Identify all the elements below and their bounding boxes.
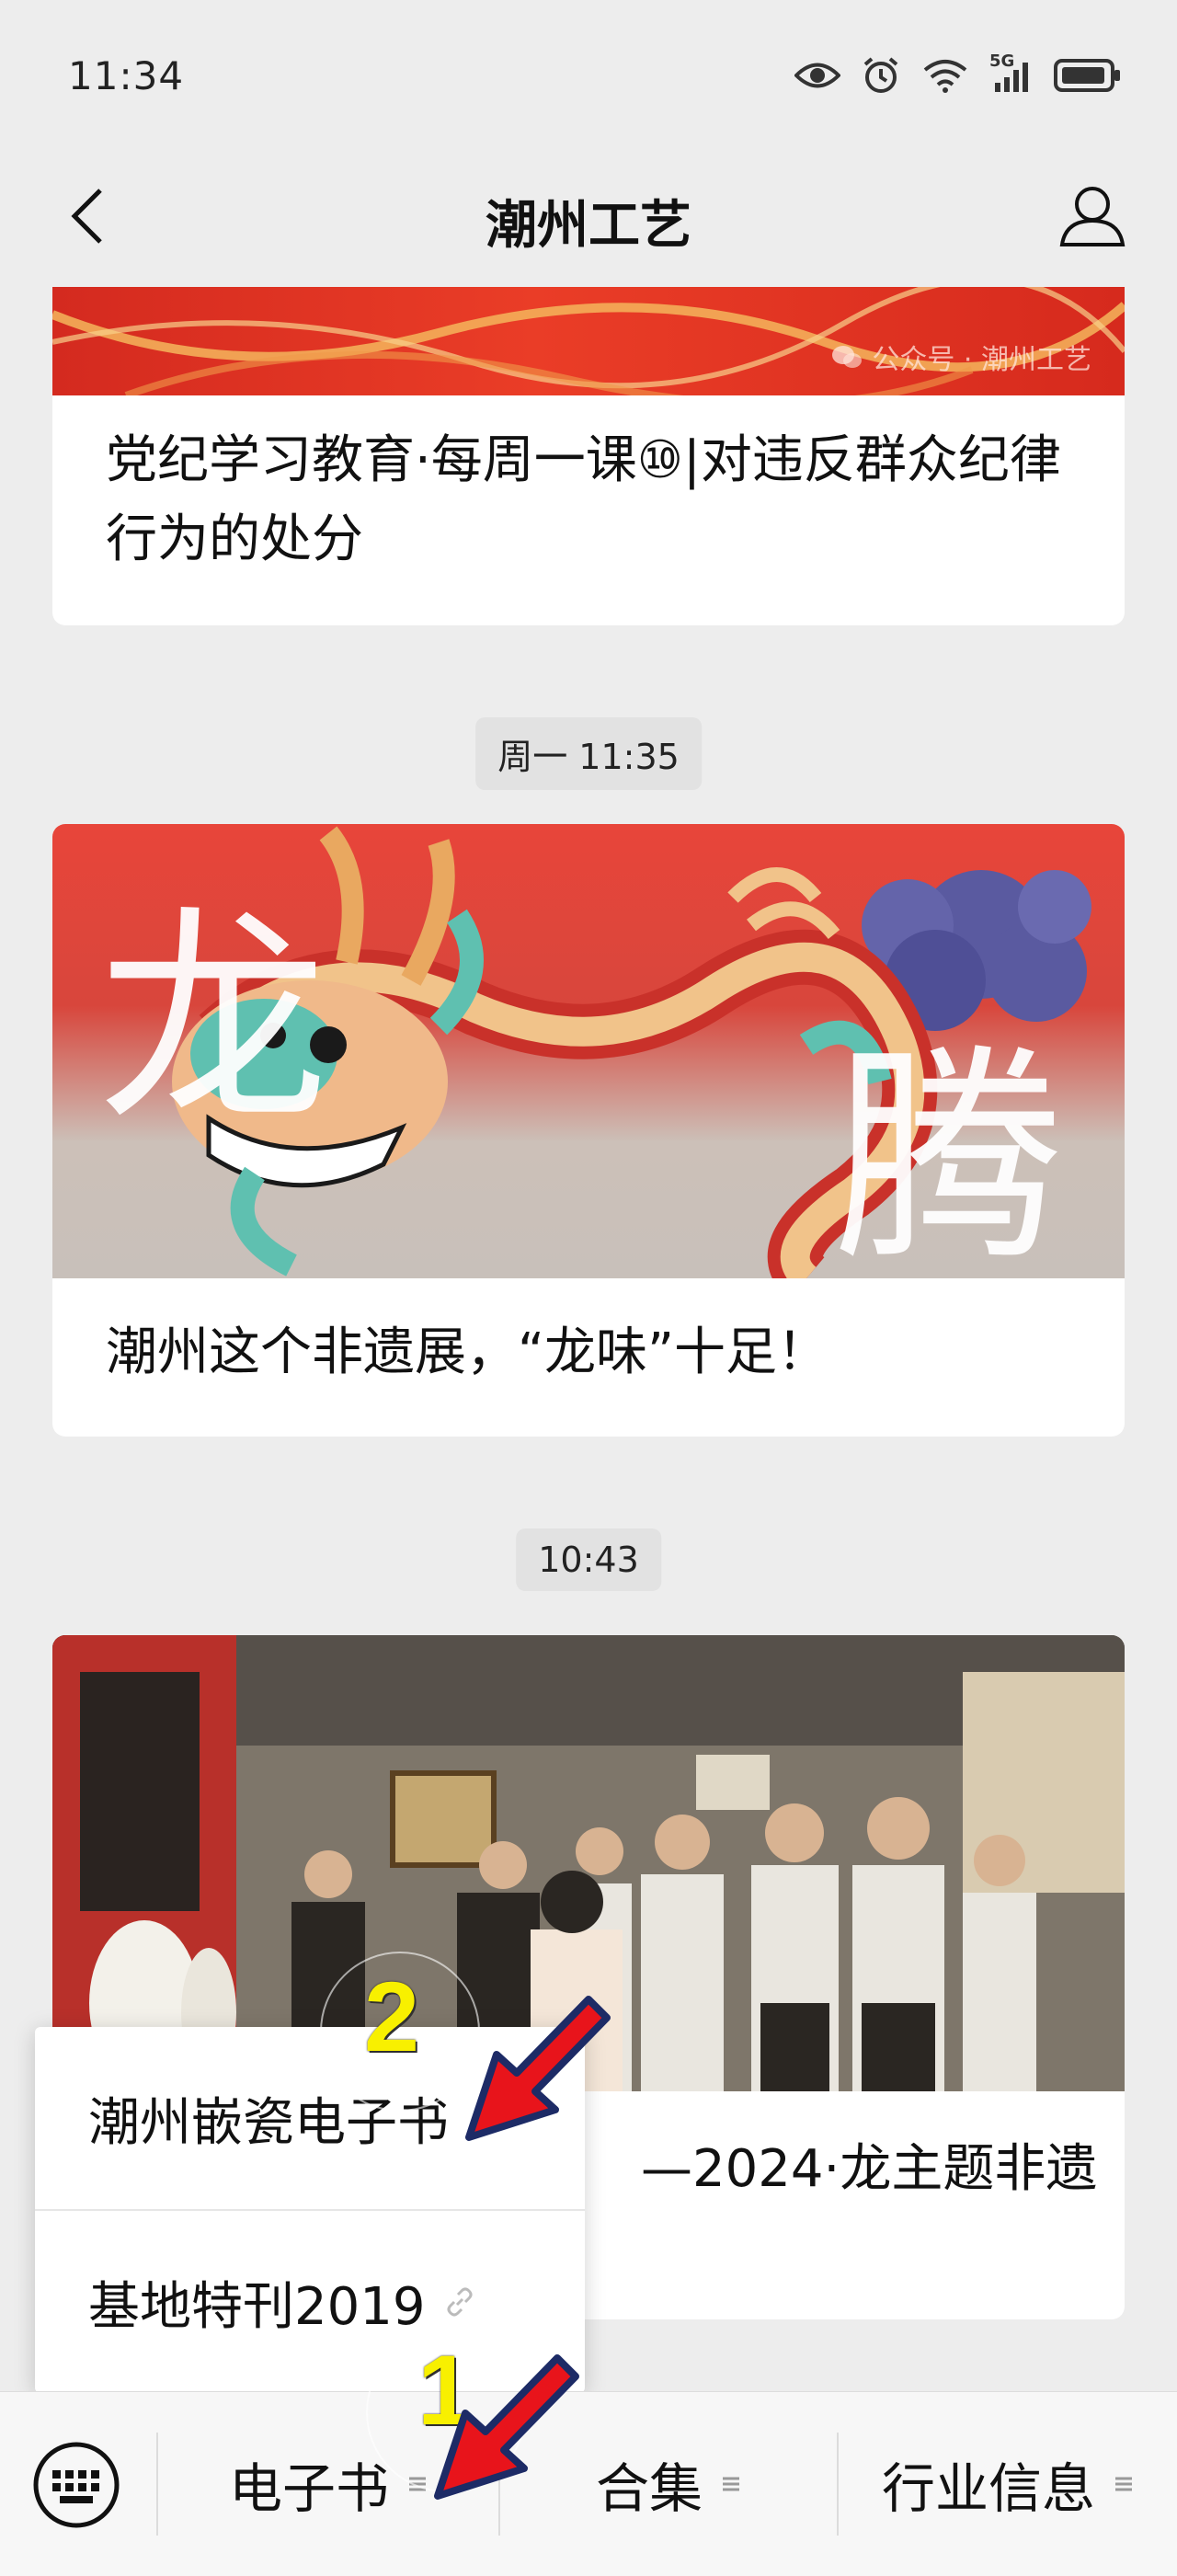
status-icons: 5G xyxy=(794,52,1122,96)
person-icon xyxy=(1059,187,1126,246)
menu-item-label: 基地特刊2019 xyxy=(88,2276,426,2337)
link-icon xyxy=(444,2286,475,2318)
status-time: 11:34 xyxy=(68,53,185,98)
article-title: 潮州这个非遗展，“龙味”十足！ xyxy=(106,1322,829,1382)
eye-icon xyxy=(794,60,840,91)
cover-text-teng: 腾 xyxy=(834,1025,1064,1278)
article-card[interactable]: 龙 腾 潮州这个非遗展，“龙味”十足！ xyxy=(52,824,1125,1437)
keyboard-toggle-button[interactable] xyxy=(26,2434,127,2536)
annotation-arrow-icon xyxy=(434,2354,579,2500)
article-cover-image: 龙 腾 xyxy=(52,824,1125,1278)
alarm-icon xyxy=(861,55,901,96)
annotation-arrow-icon xyxy=(465,1996,611,2141)
profile-button[interactable] xyxy=(1046,175,1138,258)
tab-label: 行业信息 xyxy=(881,2457,1095,2520)
watermark-text: 公众号 · 潮州工艺 xyxy=(872,344,1091,376)
signal-5g-icon: 5G xyxy=(989,52,1034,94)
article-title: 党纪学习教育·每周一课⑩|对违反群众纪律行为的处分 xyxy=(106,430,1061,569)
menu-lines-icon xyxy=(721,2475,741,2493)
wechat-icon xyxy=(832,346,863,368)
menu-lines-icon xyxy=(1114,2475,1134,2493)
message-timestamp: 周一 11:35 xyxy=(475,717,702,790)
wifi-icon xyxy=(921,57,969,94)
status-bar: 11:34 5G xyxy=(0,0,1177,147)
watermark: 公众号 · 潮州工艺 xyxy=(831,337,1091,377)
message-timestamp: 10:43 xyxy=(516,1528,661,1591)
annotation-step-2: 2 xyxy=(364,1961,420,2072)
tab-label: 合集 xyxy=(595,2457,703,2520)
battery-icon xyxy=(1054,58,1122,93)
page-title: 潮州工艺 xyxy=(486,196,691,256)
article-card[interactable]: 公众号 · 潮州工艺 党纪学习教育·每周一课⑩|对违反群众纪律行为的处分 xyxy=(52,287,1125,625)
article-cover-image: 公众号 · 潮州工艺 xyxy=(52,287,1125,395)
nav-bar: 潮州工艺 xyxy=(0,147,1177,285)
network-label: 5G xyxy=(989,52,1015,71)
tab-label: 电子书 xyxy=(228,2457,389,2520)
cover-text-long: 龙 xyxy=(98,887,328,1154)
keyboard-icon xyxy=(33,2442,120,2528)
menu-tab-industry-info[interactable]: 行业信息 xyxy=(839,2392,1177,2576)
